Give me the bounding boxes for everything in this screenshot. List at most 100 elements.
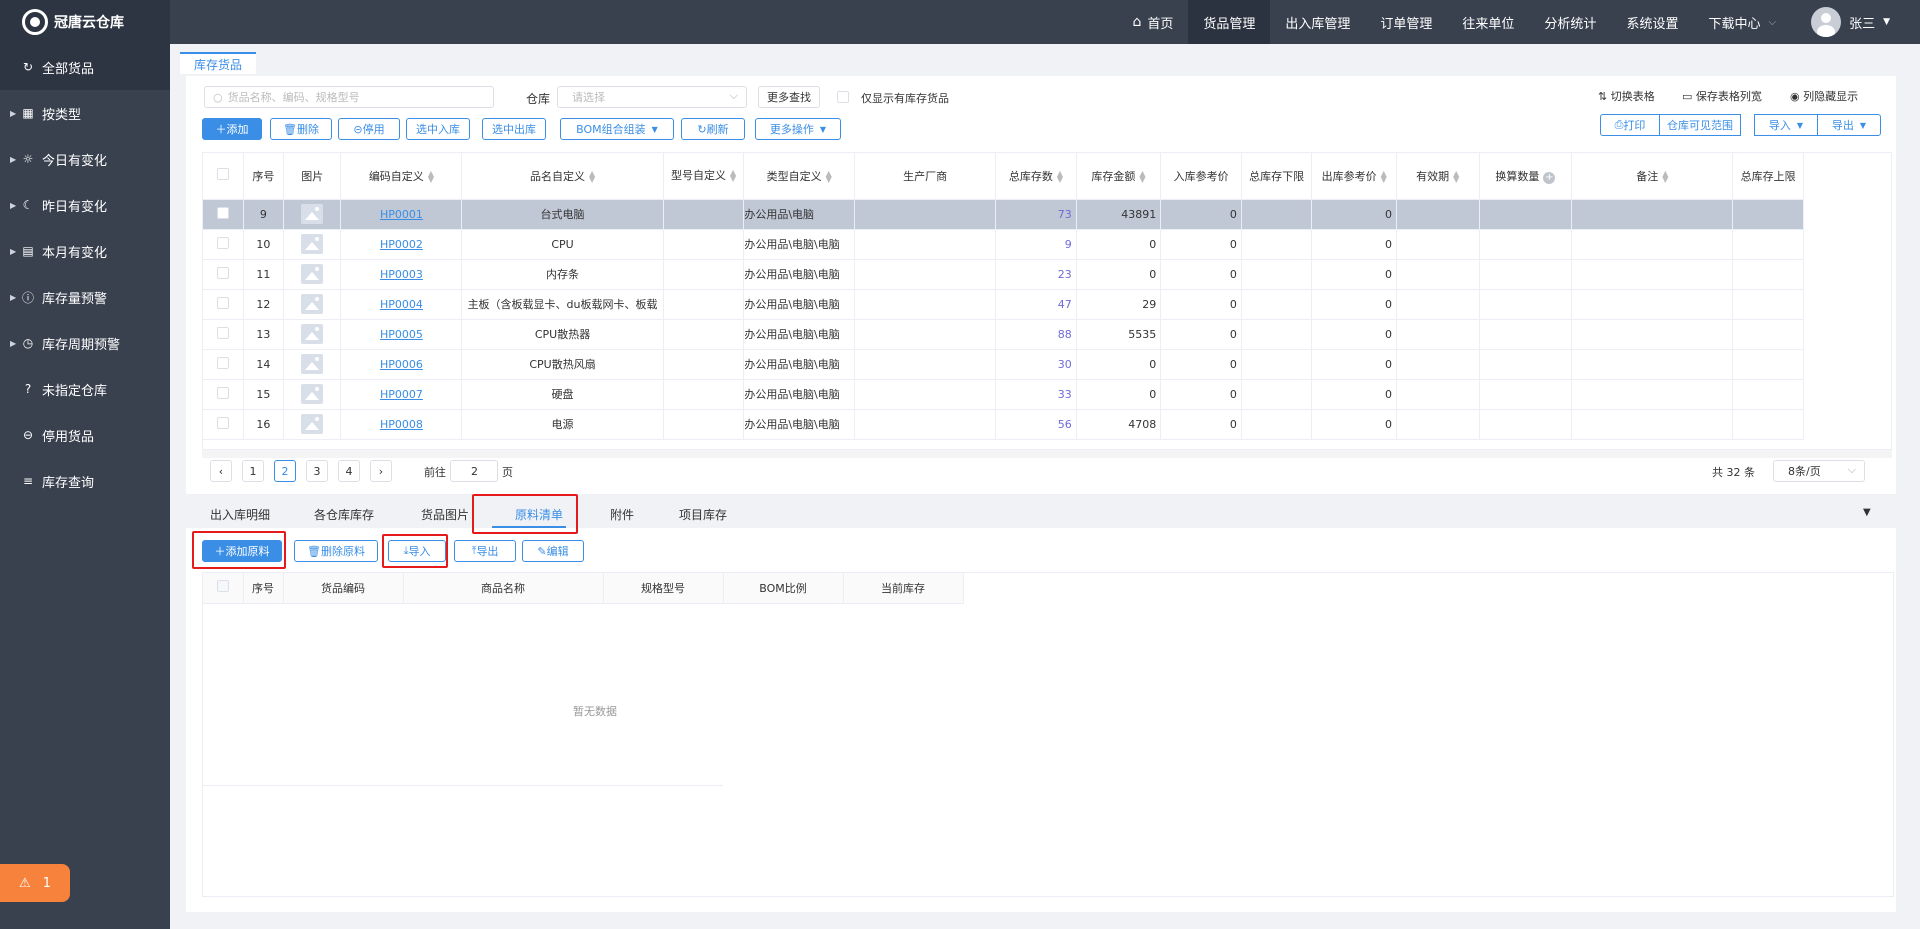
sidebar-item-unassigned[interactable]: ? 未指定仓库 bbox=[0, 366, 170, 412]
row-checkbox-cell[interactable] bbox=[203, 349, 244, 380]
alarm-button[interactable]: ⚠ 1 bbox=[0, 864, 70, 902]
row-checkbox-cell[interactable] bbox=[203, 379, 244, 410]
nav-partners[interactable]: 往来单位 bbox=[1447, 0, 1529, 44]
tab-stock-goods[interactable]: 库存货品 bbox=[180, 52, 257, 74]
row-code-link[interactable]: HP0004 bbox=[340, 289, 463, 320]
tab-project-stock[interactable]: 项目库存 bbox=[679, 506, 727, 523]
row-checkbox[interactable] bbox=[216, 266, 229, 279]
table-row[interactable]: 9 HP0001 台式电脑 办公用品\电脑 73 43891 0 0 bbox=[203, 199, 1804, 230]
only-stock-checkbox[interactable] bbox=[837, 91, 849, 103]
page-2[interactable]: 2 bbox=[274, 460, 296, 482]
nav-orders[interactable]: 订单管理 bbox=[1365, 0, 1447, 44]
sort-icon[interactable]: ▲ ▼ bbox=[1453, 169, 1459, 183]
sort-icon[interactable]: ▲ ▼ bbox=[1057, 169, 1063, 183]
row-code-link[interactable]: HP0008 bbox=[340, 409, 463, 440]
more-ops-button[interactable]: 更多操作 ▼ bbox=[755, 118, 841, 140]
col-header-sortable[interactable]: 品名自定义 ▲ ▼ bbox=[461, 153, 664, 200]
sort-icon[interactable]: ▲ ▼ bbox=[589, 169, 595, 183]
sort-icon[interactable]: ▲ ▼ bbox=[1662, 169, 1668, 183]
col-header-sortable[interactable]: 有效期 ▲ ▼ bbox=[1396, 153, 1480, 200]
row-image-cell[interactable] bbox=[283, 409, 342, 440]
export-button[interactable]: 导出 ▼ bbox=[1817, 114, 1881, 136]
row-checkbox[interactable] bbox=[216, 326, 229, 339]
disable-button[interactable]: ⊝ 停用 bbox=[338, 118, 400, 140]
table-row[interactable]: 13 HP0005 CPU散热器 办公用品\电脑\电脑 88 5535 0 0 bbox=[203, 319, 1804, 350]
row-code-link[interactable]: HP0006 bbox=[340, 349, 463, 380]
save-width-button[interactable]: ▭ 保存表格列宽 bbox=[1682, 88, 1762, 104]
plus-circle-icon[interactable]: + bbox=[1543, 171, 1556, 184]
sort-icon[interactable]: ▲ ▼ bbox=[730, 168, 736, 182]
row-checkbox-cell[interactable] bbox=[203, 289, 244, 320]
row-checkbox[interactable] bbox=[216, 356, 229, 369]
sort-icon[interactable]: ▲ ▼ bbox=[1381, 169, 1387, 183]
table-row[interactable]: 14 HP0006 CPU散热风扇 办公用品\电脑\电脑 30 0 0 0 bbox=[203, 349, 1804, 380]
tab-goods-images[interactable]: 货品图片 bbox=[421, 506, 469, 523]
row-code-link[interactable]: HP0002 bbox=[340, 229, 463, 260]
row-image-cell[interactable] bbox=[283, 259, 342, 290]
nav-settings[interactable]: 系统设置 bbox=[1611, 0, 1693, 44]
scope-button[interactable]: 仓库可见范围 bbox=[1659, 114, 1741, 136]
table-row[interactable]: 10 HP0002 CPU 办公用品\电脑\电脑 9 0 0 0 bbox=[203, 229, 1804, 260]
next-page-button[interactable]: › bbox=[370, 460, 392, 482]
row-code-link[interactable]: HP0003 bbox=[340, 259, 463, 290]
switch-table-button[interactable]: ⇅ 切换表格 bbox=[1598, 88, 1655, 104]
delete-button[interactable]: 🗑 删除 bbox=[270, 118, 332, 140]
row-checkbox[interactable] bbox=[216, 236, 229, 249]
horizontal-scrollbar[interactable] bbox=[202, 450, 1892, 458]
row-image-cell[interactable] bbox=[283, 379, 342, 410]
col-header-sortable[interactable]: 库存金额 ▲ ▼ bbox=[1076, 153, 1162, 200]
tab-inout-detail[interactable]: 出入库明细 bbox=[210, 506, 270, 523]
row-checkbox[interactable] bbox=[216, 386, 229, 399]
sort-icon[interactable]: ▲ ▼ bbox=[826, 169, 832, 183]
col-header-sortable[interactable]: 型号自定义 ▲ ▼ bbox=[663, 153, 745, 200]
row-image-cell[interactable] bbox=[283, 229, 342, 260]
page-size-select[interactable]: 8条/页 ⌵ bbox=[1773, 460, 1865, 482]
sidebar-item-all-goods[interactable]: ↻ 全部货品 bbox=[0, 44, 170, 90]
stock-in-button[interactable]: 选中入库 bbox=[406, 118, 470, 140]
row-code-link[interactable]: HP0001 bbox=[340, 199, 463, 230]
page-3[interactable]: 3 bbox=[306, 460, 328, 482]
row-checkbox[interactable] bbox=[216, 206, 229, 219]
table-row[interactable]: 16 HP0008 电源 办公用品\电脑\电脑 56 4708 0 0 bbox=[203, 409, 1804, 440]
sort-icon[interactable]: ▲ ▼ bbox=[1139, 169, 1145, 183]
col-header-sortable[interactable]: 类型自定义 ▲ ▼ bbox=[743, 153, 856, 200]
add-button[interactable]: ＋ 添加 bbox=[202, 118, 262, 140]
refresh-button[interactable]: ↻ 刷新 bbox=[681, 118, 745, 140]
app-logo[interactable]: 冠唐云仓库 bbox=[0, 0, 170, 44]
bom-select-all-cell[interactable] bbox=[203, 573, 244, 604]
search-input[interactable]: ○ 货品名称、编码、规格型号 bbox=[204, 86, 494, 108]
prev-page-button[interactable]: ‹ bbox=[210, 460, 232, 482]
hide-columns-button[interactable]: ◉ 列隐藏显示 bbox=[1790, 88, 1858, 104]
page-4[interactable]: 4 bbox=[338, 460, 360, 482]
sidebar-item-stock-query[interactable]: ≡ 库存查询 bbox=[0, 458, 170, 504]
nav-home[interactable]: ⌂ 首页 bbox=[1117, 0, 1188, 44]
col-header-sortable[interactable]: 出库参考价 ▲ ▼ bbox=[1311, 153, 1397, 200]
sidebar-item-cycle-alert[interactable]: ▶ ◷ 库存周期预警 bbox=[0, 320, 170, 366]
print-button[interactable]: ⎙ 打印 bbox=[1600, 114, 1660, 136]
select-all-checkbox-cell[interactable] bbox=[203, 153, 244, 200]
bom-button[interactable]: BOM组合组装 ▼ bbox=[560, 118, 674, 140]
table-row[interactable]: 15 HP0007 硬盘 办公用品\电脑\电脑 33 0 0 0 bbox=[203, 379, 1804, 410]
col-header-sortable[interactable]: 编码自定义 ▲ ▼ bbox=[340, 153, 463, 200]
sidebar-item-month[interactable]: ▶ ▤ 本月有变化 bbox=[0, 228, 170, 274]
row-checkbox[interactable] bbox=[216, 416, 229, 429]
warehouse-select[interactable]: 请选择 ⌵ bbox=[557, 86, 747, 108]
col-header-sortable[interactable]: 备注 ▲ ▼ bbox=[1571, 153, 1734, 200]
row-checkbox-cell[interactable] bbox=[203, 409, 244, 440]
col-header-sortable[interactable]: 总库存数 ▲ ▼ bbox=[995, 153, 1077, 200]
table-row[interactable]: 11 HP0003 内存条 办公用品\电脑\电脑 23 0 0 0 bbox=[203, 259, 1804, 290]
bom-edit-button[interactable]: ✎ 编辑 bbox=[522, 540, 584, 562]
sidebar-item-disabled[interactable]: ⊖ 停用货品 bbox=[0, 412, 170, 458]
nav-download[interactable]: 下载中心 ⌵ bbox=[1693, 0, 1791, 44]
nav-analytics[interactable]: 分析统计 bbox=[1529, 0, 1611, 44]
sidebar-item-stock-alert[interactable]: ▶ ⓘ 库存量预警 bbox=[0, 274, 170, 320]
page-1[interactable]: 1 bbox=[242, 460, 264, 482]
nav-inout[interactable]: 出入库管理 bbox=[1270, 0, 1365, 44]
bom-export-button[interactable]: ⤒ 导出 bbox=[454, 540, 516, 562]
row-code-link[interactable]: HP0005 bbox=[340, 319, 463, 350]
sidebar-item-today[interactable]: ▶ ☼ 今日有变化 bbox=[0, 136, 170, 182]
row-checkbox-cell[interactable] bbox=[203, 199, 244, 230]
row-checkbox-cell[interactable] bbox=[203, 229, 244, 260]
row-checkbox-cell[interactable] bbox=[203, 319, 244, 350]
user-menu[interactable]: 张三 ▼ bbox=[1791, 0, 1920, 44]
